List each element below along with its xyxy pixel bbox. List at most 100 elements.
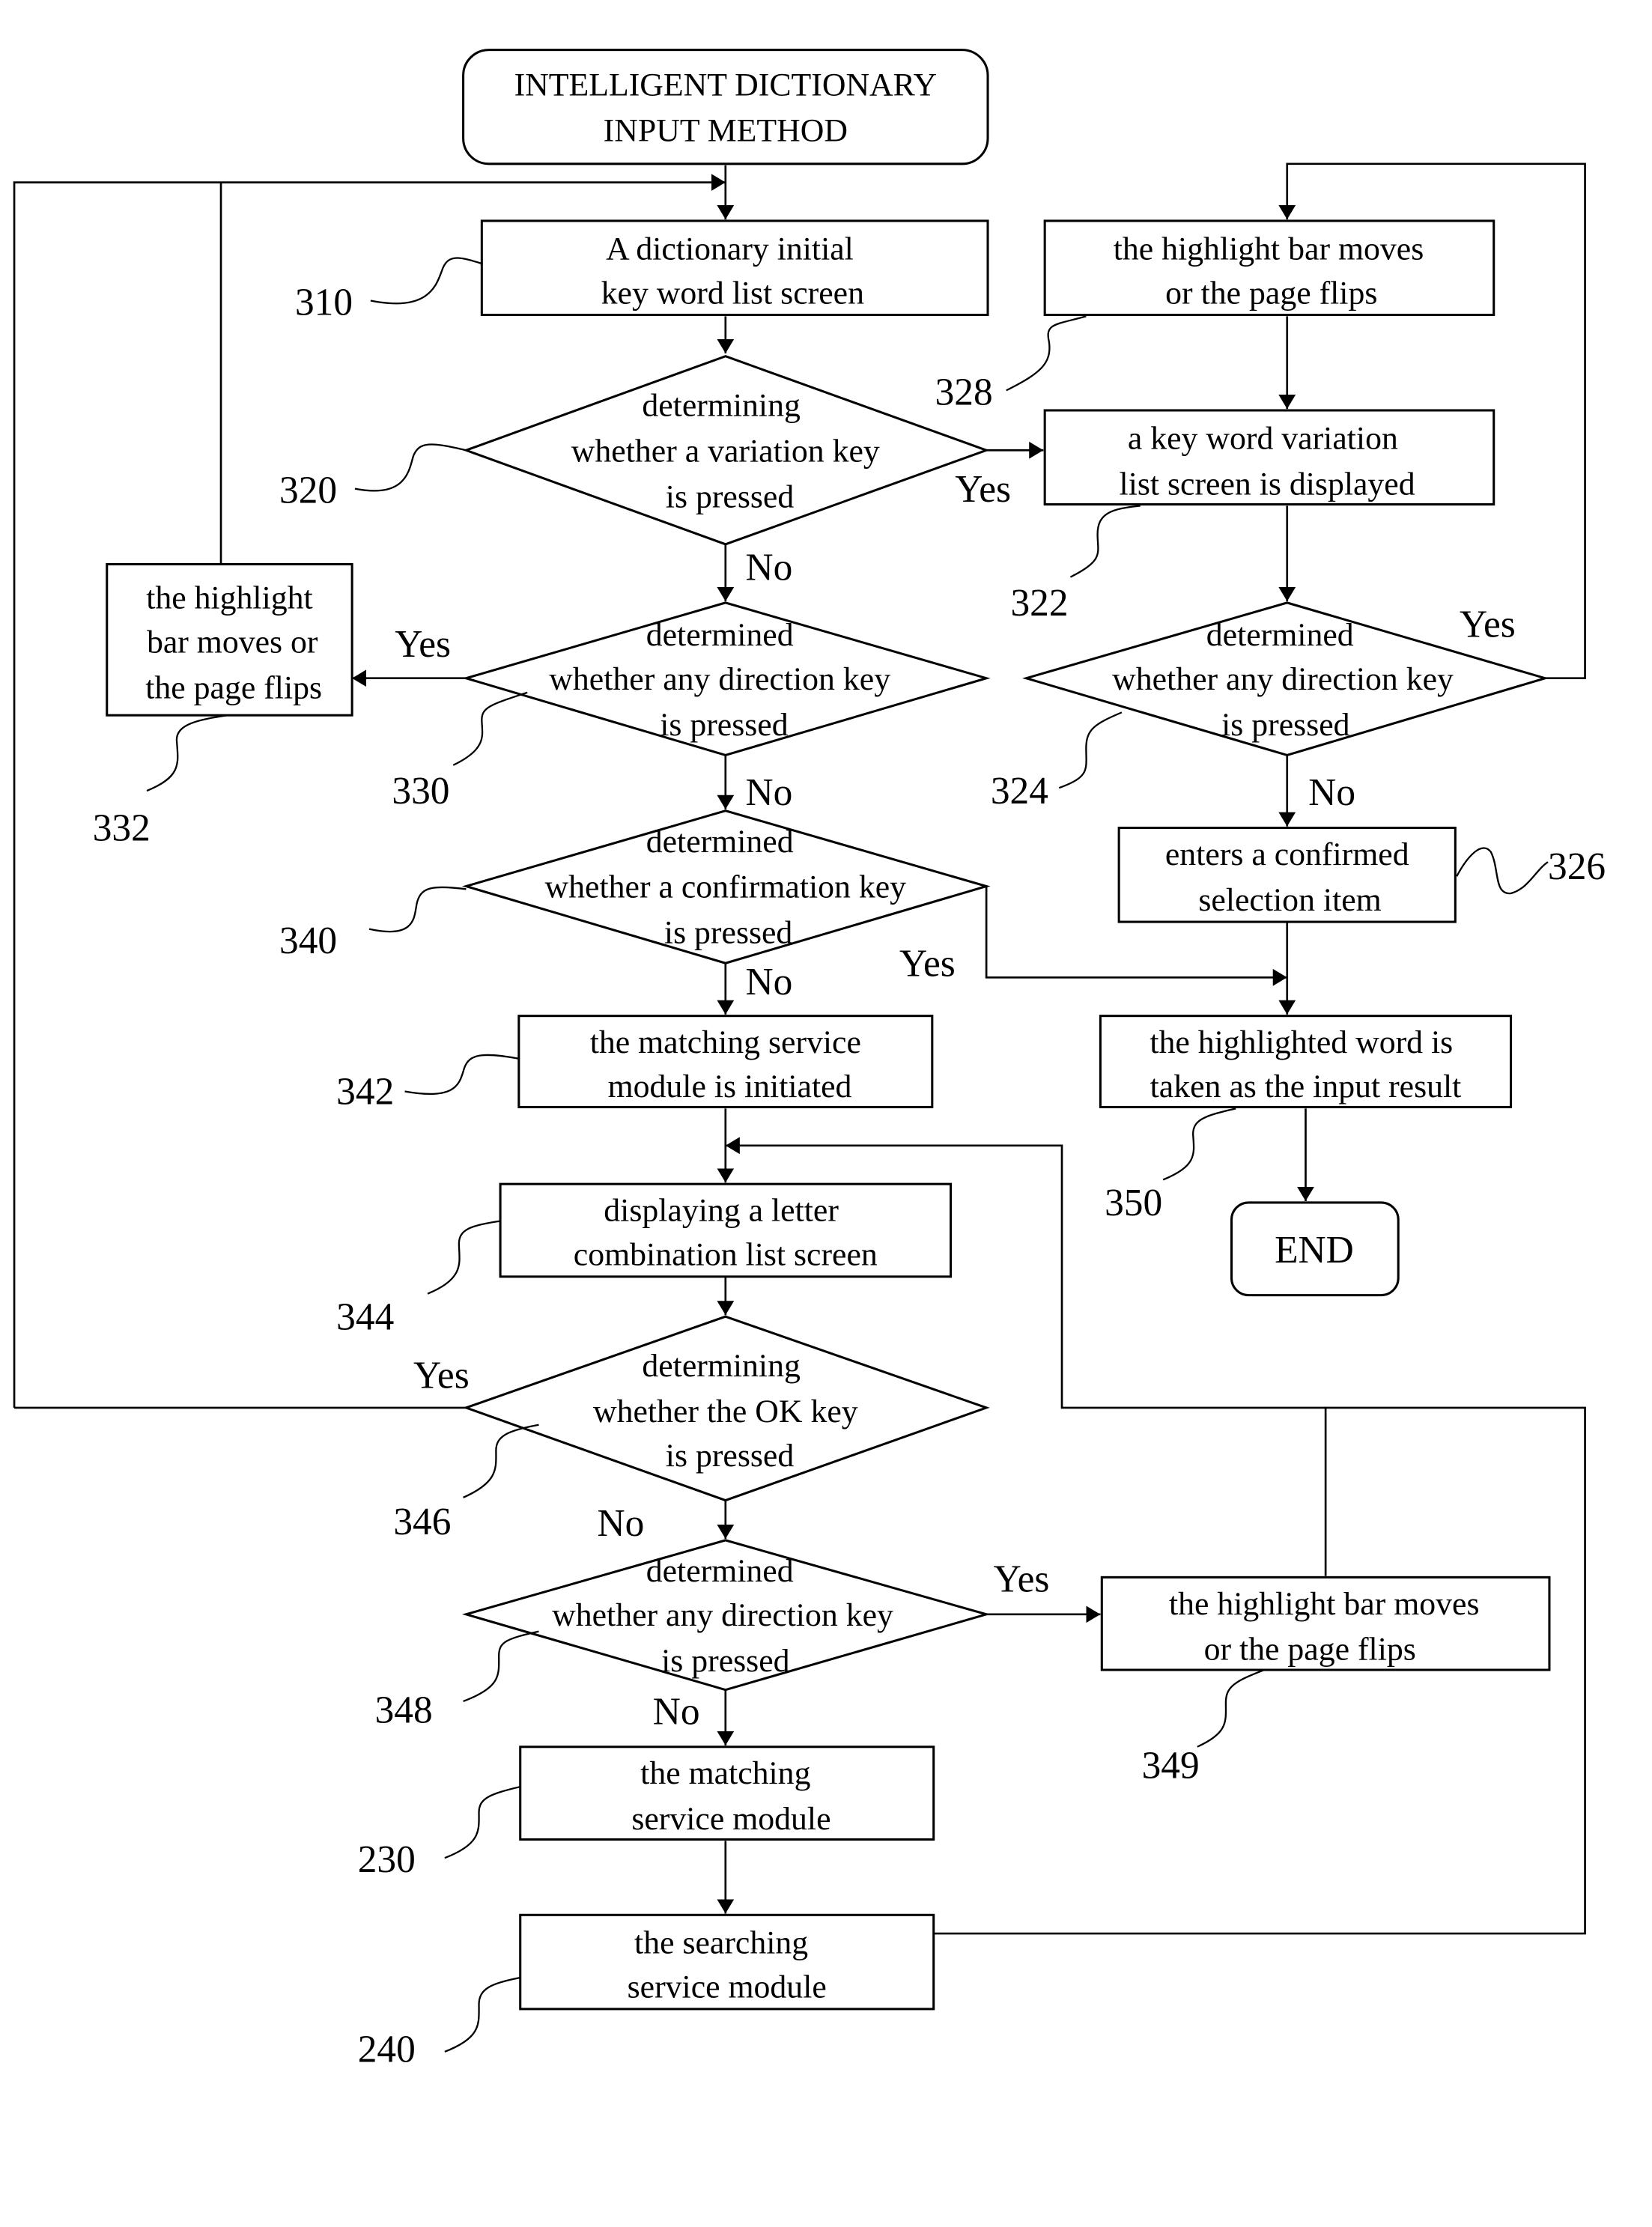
leader-240 — [444, 1976, 520, 2053]
node-240: the searching service module — [519, 1913, 935, 2011]
node-332-line-2: bar moves or — [147, 624, 318, 660]
branch-324-yes: Yes — [1460, 604, 1516, 646]
ref-326: 326 — [1548, 845, 1606, 888]
node-340-line-2: whether a confirmation key — [545, 869, 907, 905]
node-348: determined whether any direction key is … — [461, 1539, 991, 1692]
node-332: the highlight bar moves or the page flip… — [106, 562, 353, 717]
node-start: INTELLIGENT DICTIONARY INPUT METHOD — [462, 49, 989, 165]
ref-240: 240 — [358, 2028, 416, 2070]
node-326-line-1: enters a confirmed — [1165, 836, 1409, 872]
node-350: the highlighted word is taken as the inp… — [1099, 1015, 1513, 1108]
node-322-line-2: list screen is displayed — [1120, 466, 1415, 502]
flowchart: INTELLIGENT DICTIONARY INPUT METHOD A di… — [13, 49, 1606, 2070]
ref-320: 320 — [279, 470, 337, 512]
node-230: the matching service module — [519, 1746, 935, 1841]
ref-349: 349 — [1142, 1745, 1200, 1787]
branch-330-yes: Yes — [395, 623, 451, 666]
node-340: determined whether a confirmation key is… — [462, 809, 991, 964]
node-342: the matching service module is initiated — [517, 1015, 934, 1108]
node-350-line-1: the highlighted word is — [1150, 1024, 1453, 1060]
node-342-line-1: the matching service — [590, 1024, 861, 1060]
leader-328 — [1006, 315, 1087, 392]
node-348-line-1: determined — [646, 1553, 794, 1589]
node-324-line-3: is pressed — [1221, 707, 1350, 743]
node-310: A dictionary initial key word list scree… — [480, 219, 989, 317]
node-320-line-2: whether a variation key — [571, 433, 880, 469]
leader-344 — [427, 1220, 501, 1295]
node-324-line-2: whether any direction key — [1112, 661, 1454, 697]
node-330-line-3: is pressed — [660, 707, 789, 743]
leader-332 — [146, 714, 228, 792]
branch-348-no: No — [653, 1690, 700, 1733]
node-349-line-2: or the page flips — [1204, 1632, 1416, 1668]
node-start-line-2: INPUT METHOD — [604, 112, 848, 148]
node-328-line-2: or the page flips — [1165, 275, 1377, 311]
branch-346-no: No — [598, 1502, 645, 1545]
branch-346-yes: Yes — [413, 1354, 470, 1397]
node-310-line-2: key word list screen — [601, 275, 864, 311]
node-350-line-2: taken as the input result — [1150, 1069, 1462, 1105]
node-310-line-1: A dictionary initial — [606, 231, 854, 267]
node-330: determined whether any direction key is … — [462, 601, 991, 757]
branch-330-no: No — [745, 771, 792, 814]
node-322: a key word variation list screen is disp… — [1043, 409, 1495, 506]
ref-350: 350 — [1105, 1182, 1162, 1224]
node-326: enters a confirmed selection item — [1117, 826, 1457, 923]
leader-326 — [1456, 847, 1549, 895]
node-230-line-1: the matching — [640, 1755, 810, 1791]
node-346: determining whether the OK key is presse… — [462, 1315, 990, 1502]
leader-330 — [452, 691, 528, 766]
node-348-line-3: is pressed — [661, 1643, 790, 1679]
node-344-line-1: displaying a letter — [604, 1193, 839, 1229]
branch-340-no: No — [745, 961, 792, 1003]
node-340-line-1: determined — [646, 824, 794, 860]
ref-322: 322 — [1010, 582, 1068, 625]
node-330-line-1: determined — [646, 617, 794, 653]
leader-324 — [1058, 711, 1123, 789]
leader-342 — [404, 1054, 520, 1096]
node-240-line-1: the searching — [634, 1925, 808, 1961]
branch-320-yes: Yes — [955, 468, 1011, 511]
node-326-line-2: selection item — [1198, 882, 1381, 918]
ref-340: 340 — [279, 920, 337, 962]
node-320-line-1: determining — [642, 388, 801, 424]
node-346-line-2: whether the OK key — [593, 1394, 858, 1430]
node-240-line-2: service module — [628, 1969, 827, 2005]
branch-324-no: No — [1308, 771, 1355, 814]
node-340-line-3: is pressed — [664, 915, 793, 951]
node-344: displaying a letter combination list scr… — [499, 1182, 953, 1278]
branch-340-yes: Yes — [899, 942, 956, 985]
ref-324: 324 — [991, 770, 1048, 812]
ref-332: 332 — [93, 807, 151, 850]
leader-320 — [354, 443, 467, 492]
node-322-line-1: a key word variation — [1128, 420, 1398, 456]
ref-348: 348 — [375, 1689, 433, 1731]
ref-310: 310 — [295, 282, 353, 324]
ref-230: 230 — [358, 1838, 416, 1881]
leader-230 — [444, 1785, 520, 1859]
node-349-line-1: the highlight bar moves — [1169, 1586, 1480, 1622]
node-328-line-1: the highlight bar moves — [1114, 231, 1424, 267]
node-349: the highlight bar moves or the page flip… — [1100, 1576, 1551, 1671]
node-324-line-1: determined — [1206, 617, 1354, 653]
ref-330: 330 — [392, 770, 449, 812]
node-346-line-1: determining — [642, 1348, 801, 1384]
leader-350 — [1162, 1108, 1236, 1181]
node-346-line-3: is pressed — [666, 1438, 795, 1474]
node-230-line-2: service module — [631, 1801, 830, 1837]
branch-320-no: No — [745, 546, 792, 589]
leader-348 — [463, 1630, 539, 1702]
node-end: END — [1230, 1201, 1400, 1297]
node-330-line-2: whether any direction key — [549, 661, 890, 697]
ref-346: 346 — [393, 1501, 451, 1543]
node-328: the highlight bar moves or the page flip… — [1043, 219, 1495, 317]
node-end-label: END — [1275, 1229, 1354, 1272]
ref-328: 328 — [935, 371, 993, 413]
branch-348-yes: Yes — [994, 1558, 1050, 1600]
node-320-line-3: is pressed — [666, 478, 795, 514]
leader-346 — [463, 1424, 539, 1498]
leader-322 — [1069, 505, 1141, 578]
node-344-line-2: combination list screen — [574, 1237, 878, 1273]
leader-340 — [368, 886, 467, 933]
node-332-line-1: the highlight — [146, 580, 313, 616]
